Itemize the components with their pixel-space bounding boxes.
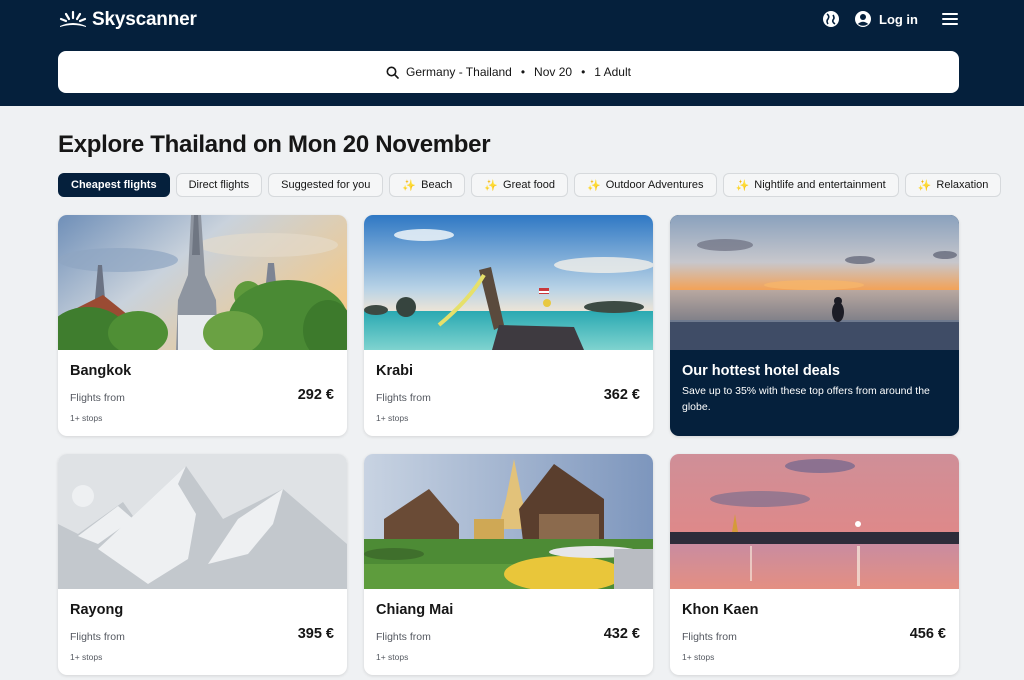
city-name: Rayong — [70, 602, 124, 618]
stops-label: 1+ stops — [682, 652, 715, 662]
search-travellers: 1 Adult — [594, 65, 631, 79]
destination-grid: Bangkok Flights from 292 € 1+ stops Krab… — [58, 215, 959, 675]
stops-label: 1+ stops — [376, 652, 409, 662]
filter-chip-cheapest-flights[interactable]: Cheapest flights — [58, 173, 170, 197]
price: 432 € — [603, 626, 640, 642]
filter-chip-relaxation[interactable]: ✨ Relaxation — [904, 173, 1002, 197]
price: 456 € — [909, 626, 946, 642]
sparkle-icon: ✨ — [402, 179, 417, 192]
chip-label: Outdoor Adventures — [605, 179, 704, 191]
filter-chip-outdoor-adventures[interactable]: ✨ Outdoor Adventures — [574, 173, 717, 197]
chip-label: Nightlife and entertainment — [754, 179, 886, 191]
chip-label: Great food — [503, 179, 555, 191]
skyscanner-logo[interactable]: Skyscanner — [58, 9, 197, 31]
filter-chip-suggested-for-you[interactable]: Suggested for you — [268, 173, 384, 197]
login-label: Log in — [879, 11, 918, 27]
user-circle-icon — [855, 11, 871, 27]
globe-icon[interactable] — [822, 10, 840, 28]
longtail-boat-beach-photo — [364, 215, 653, 350]
search-summary-bar[interactable]: Germany - Thailand • Nov 20 • 1 Adult — [58, 51, 959, 93]
promo-description: Save up to 35% with these top offers fro… — [682, 385, 930, 413]
search-date: Nov 20 — [534, 65, 573, 79]
chip-label: Direct flights — [188, 179, 250, 191]
card-body: Bangkok Flights from 292 € 1+ stops — [58, 350, 347, 423]
mountain-placeholder-image — [58, 454, 347, 589]
city-name: Bangkok — [70, 363, 132, 379]
lake-sunset-photo — [670, 454, 959, 589]
card-body: Chiang Mai Flights from 432 € 1+ stops — [364, 589, 653, 662]
stops-label: 1+ stops — [376, 413, 409, 423]
promo-title: Our hottest hotel deals — [682, 363, 840, 379]
sparkle-icon: ✨ — [587, 179, 601, 192]
chip-label: Cheapest flights — [71, 179, 157, 191]
page-title: Explore Thailand on Mon 20 November — [58, 131, 491, 158]
card-body: Rayong Flights from 395 € 1+ stops — [58, 589, 347, 662]
header-actions: Log in — [822, 8, 958, 30]
destination-card-krabi[interactable]: Krabi Flights from 362 € 1+ stops — [364, 215, 653, 436]
city-name: Chiang Mai — [376, 602, 454, 618]
flights-from-label: Flights from — [376, 631, 431, 643]
filter-chip-direct-flights[interactable]: Direct flights — [175, 173, 263, 197]
chip-label: Relaxation — [936, 179, 989, 191]
filter-chip-beach[interactable]: ✨ Beach — [389, 173, 466, 197]
brand-name: Skyscanner — [92, 9, 197, 30]
chip-label: Suggested for you — [281, 179, 371, 191]
top-navigation-bar: Skyscanner Log in Germany - Thailand • N… — [0, 0, 1024, 106]
price: 362 € — [603, 387, 640, 403]
hamburger-menu-icon[interactable] — [942, 12, 958, 26]
destination-card-bangkok[interactable]: Bangkok Flights from 292 € 1+ stops — [58, 215, 347, 436]
card-body: Khon Kaen Flights from 456 € 1+ stops — [670, 589, 959, 662]
city-name: Krabi — [376, 363, 414, 379]
card-body: Our hottest hotel deals Save up to 35% w… — [670, 350, 959, 415]
city-name: Khon Kaen — [682, 602, 759, 618]
separator-dot: • — [581, 65, 586, 79]
stops-label: 1+ stops — [70, 413, 103, 423]
flights-from-label: Flights from — [376, 392, 431, 404]
sunrise-icon — [59, 10, 87, 27]
temple-skyline-photo — [58, 215, 347, 350]
search-route: Germany - Thailand — [406, 65, 512, 79]
filter-chips: Cheapest flights Direct flights Suggeste… — [58, 173, 1002, 197]
card-body: Krabi Flights from 362 € 1+ stops — [364, 350, 653, 423]
chip-label: Beach — [421, 179, 453, 191]
search-icon — [386, 66, 399, 79]
separator-dot: • — [520, 65, 526, 79]
wat-phra-singh-photo — [364, 454, 653, 589]
filter-chip-great-food[interactable]: ✨ Great food — [471, 173, 568, 197]
login-button[interactable]: Log in — [854, 10, 918, 28]
flights-from-label: Flights from — [70, 631, 125, 643]
price: 395 € — [297, 626, 334, 642]
flights-from-label: Flights from — [682, 631, 737, 643]
destination-card-rayong[interactable]: Rayong Flights from 395 € 1+ stops — [58, 454, 347, 675]
flights-from-label: Flights from — [70, 392, 125, 404]
filter-chip-nightlife[interactable]: ✨ Nightlife and entertainment — [722, 173, 899, 197]
infinity-pool-sunset-photo — [670, 215, 959, 350]
hotel-deals-promo-card[interactable]: Our hottest hotel deals Save up to 35% w… — [670, 215, 959, 436]
destination-card-khon-kaen[interactable]: Khon Kaen Flights from 456 € 1+ stops — [670, 454, 959, 675]
sparkle-icon: ✨ — [484, 179, 499, 192]
stops-label: 1+ stops — [70, 652, 103, 662]
sparkle-icon: ✨ — [917, 179, 932, 192]
sparkle-icon: ✨ — [735, 179, 750, 192]
price: 292 € — [297, 387, 334, 403]
destination-card-chiang-mai[interactable]: Chiang Mai Flights from 432 € 1+ stops — [364, 454, 653, 675]
